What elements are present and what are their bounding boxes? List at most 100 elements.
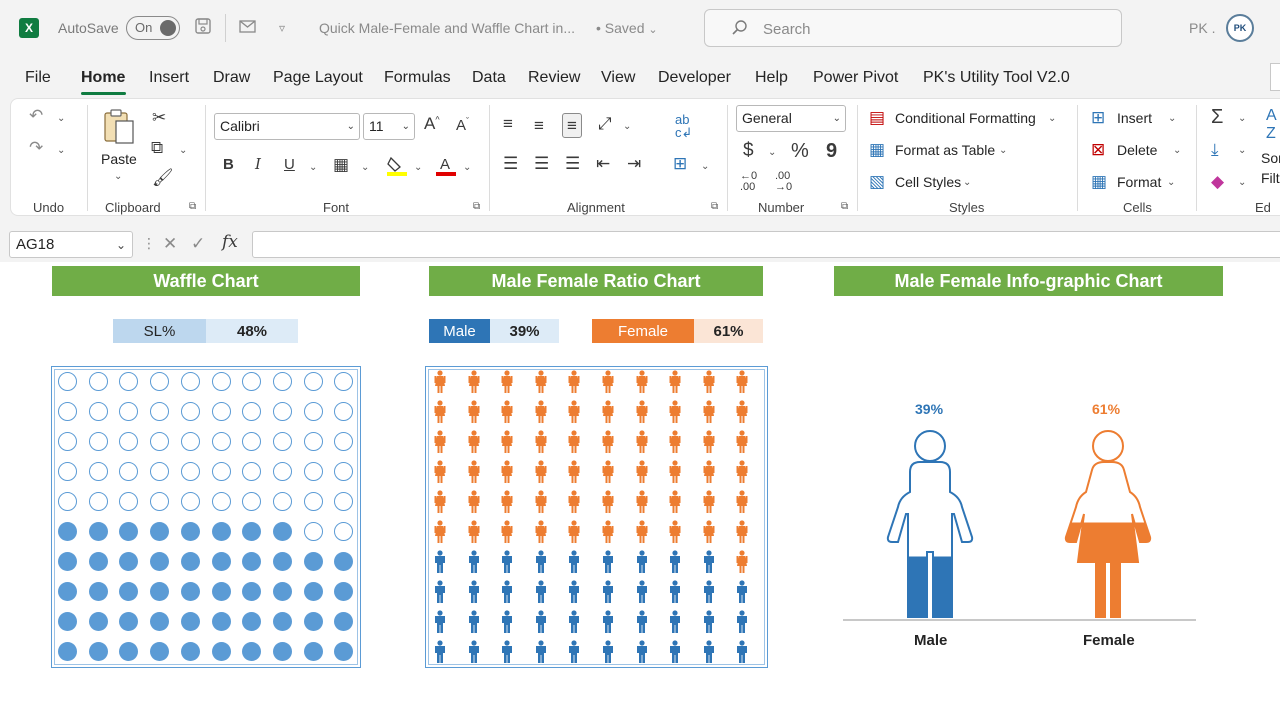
tab-pk-utility[interactable]: PK's Utility Tool V2.0: [923, 69, 1070, 87]
format-cells-button[interactable]: Format: [1117, 174, 1161, 190]
redo-icon[interactable]: ↷: [29, 139, 43, 156]
ribbon-options-button[interactable]: [1270, 63, 1280, 91]
tab-insert[interactable]: Insert: [149, 69, 189, 87]
merge-dropdown-icon[interactable]: ⌄: [701, 161, 709, 172]
avatar[interactable]: PK: [1226, 14, 1254, 42]
delete-cells-button[interactable]: Delete: [1117, 142, 1157, 158]
align-middle-icon[interactable]: ≡: [534, 117, 544, 134]
tab-home[interactable]: Home: [81, 69, 125, 87]
orientation-dropdown-icon[interactable]: ⌄: [623, 121, 631, 132]
autosave-toggle[interactable]: On: [126, 16, 180, 40]
customize-qat-icon[interactable]: ▿: [279, 21, 285, 35]
decrease-indent-icon[interactable]: ⇤: [596, 155, 610, 172]
align-right-icon[interactable]: ☰: [565, 155, 580, 172]
delete-cells-icon[interactable]: ⊠: [1091, 141, 1105, 158]
cell-styles-icon[interactable]: ▧: [869, 173, 885, 190]
format-painter-icon[interactable]: 🖌: [152, 169, 174, 186]
comma-style-icon[interactable]: 9: [826, 141, 837, 161]
insert-cells-icon[interactable]: ⊞: [1091, 109, 1105, 126]
conditional-formatting-icon[interactable]: ▤: [869, 109, 885, 126]
font-launcher-icon[interactable]: ⧉: [473, 201, 480, 212]
user-initials[interactable]: PK .: [1189, 20, 1215, 36]
save-icon[interactable]: [194, 17, 212, 40]
cell-styles-button[interactable]: Cell Styles: [895, 174, 961, 190]
tab-view[interactable]: View: [601, 69, 635, 87]
format-cells-icon[interactable]: ▦: [1091, 173, 1107, 190]
chevron-down-icon[interactable]: ⌄: [1238, 145, 1246, 156]
align-bottom-icon[interactable]: ≡: [562, 113, 582, 138]
clear-icon[interactable]: ◆: [1211, 173, 1224, 190]
email-icon[interactable]: [238, 17, 258, 40]
paste-label[interactable]: Paste: [101, 151, 137, 167]
align-top-icon[interactable]: ≡: [503, 115, 513, 132]
save-status[interactable]: • Saved ⌄: [596, 20, 658, 36]
italic-button[interactable]: I: [255, 157, 261, 172]
chevron-down-icon[interactable]: ⌄: [999, 145, 1007, 156]
font-size-select[interactable]: 11 ⌄: [363, 113, 415, 140]
currency-icon[interactable]: $: [743, 141, 754, 160]
chevron-down-icon[interactable]: ⌄: [1167, 177, 1175, 188]
underline-button[interactable]: U: [284, 157, 295, 172]
borders-dropdown-icon[interactable]: ⌄: [361, 162, 369, 173]
document-title[interactable]: Quick Male-Female and Waffle Chart in...: [319, 20, 575, 36]
increase-indent-icon[interactable]: ⇥: [627, 155, 641, 172]
paste-dropdown-icon[interactable]: ⌄: [114, 171, 122, 182]
merge-center-icon[interactable]: ⊞: [673, 155, 687, 172]
tab-page-layout[interactable]: Page Layout: [273, 69, 363, 87]
chevron-down-icon[interactable]: ⌄: [1168, 113, 1176, 124]
autosum-icon[interactable]: Σ: [1211, 107, 1223, 127]
chevron-down-icon[interactable]: ⌄: [1048, 113, 1056, 124]
format-as-table-icon[interactable]: ▦: [869, 141, 885, 158]
chevron-down-icon[interactable]: ⌄: [963, 177, 971, 188]
chevron-down-icon[interactable]: ⌄: [1173, 145, 1181, 156]
borders-icon[interactable]: ▦: [333, 156, 349, 173]
format-as-table-button[interactable]: Format as Table: [895, 142, 995, 158]
worksheet[interactable]: Waffle Chart SL% 48% Male Female Ratio C…: [0, 262, 1280, 720]
chevron-down-icon[interactable]: ⌄: [1238, 113, 1246, 124]
font-name-select[interactable]: Calibri ⌄: [214, 113, 360, 140]
tab-help[interactable]: Help: [755, 69, 788, 87]
conditional-formatting-button[interactable]: Conditional Formatting: [895, 110, 1036, 126]
fill-color-icon[interactable]: [386, 154, 408, 181]
currency-dropdown-icon[interactable]: ⌄: [768, 147, 776, 158]
orientation-icon[interactable]: ⤢: [598, 115, 612, 132]
copy-icon[interactable]: ⧉: [151, 139, 163, 156]
undo-icon[interactable]: ↶: [29, 107, 43, 124]
align-center-icon[interactable]: ☰: [534, 155, 549, 172]
bold-button[interactable]: B: [223, 157, 234, 172]
underline-dropdown-icon[interactable]: ⌄: [309, 162, 317, 173]
decrease-font-icon[interactable]: Aˇ: [456, 117, 469, 134]
decrease-decimal-icon[interactable]: .00 →0: [775, 171, 792, 193]
more-options-icon[interactable]: ⋮: [142, 235, 156, 252]
tab-draw[interactable]: Draw: [213, 69, 250, 87]
undo-dropdown-icon[interactable]: ⌄: [57, 113, 65, 124]
fill-icon[interactable]: ⤓: [1211, 141, 1219, 158]
fill-dropdown-icon[interactable]: ⌄: [414, 162, 422, 173]
filter-label[interactable]: Filt: [1261, 170, 1280, 186]
sort-label[interactable]: Sor: [1261, 150, 1280, 166]
redo-dropdown-icon[interactable]: ⌄: [57, 145, 65, 156]
tab-formulas[interactable]: Formulas: [384, 69, 451, 87]
tab-file[interactable]: File: [25, 69, 51, 87]
font-color-dropdown-icon[interactable]: ⌄: [463, 162, 471, 173]
tab-power-pivot[interactable]: Power Pivot: [813, 69, 898, 87]
paste-icon[interactable]: [101, 107, 137, 150]
insert-function-button[interactable]: fx: [222, 232, 238, 252]
tab-developer[interactable]: Developer: [658, 69, 731, 87]
percent-icon[interactable]: %: [791, 141, 809, 161]
align-left-icon[interactable]: ☰: [503, 155, 518, 172]
cancel-icon[interactable]: ✕: [163, 234, 177, 254]
tab-review[interactable]: Review: [528, 69, 580, 87]
number-format-select[interactable]: General ⌄: [736, 105, 846, 132]
enter-icon[interactable]: ✓: [191, 234, 205, 254]
chevron-down-icon[interactable]: ⌄: [1238, 177, 1246, 188]
number-launcher-icon[interactable]: ⧉: [841, 201, 848, 212]
wrap-text-icon[interactable]: ab c↲: [675, 113, 692, 139]
formula-input[interactable]: [252, 231, 1280, 258]
tab-data[interactable]: Data: [472, 69, 506, 87]
search-box[interactable]: Search: [704, 9, 1122, 47]
alignment-launcher-icon[interactable]: ⧉: [711, 201, 718, 212]
increase-font-icon[interactable]: A^: [424, 115, 440, 132]
clipboard-launcher-icon[interactable]: ⧉: [189, 201, 196, 212]
insert-cells-button[interactable]: Insert: [1117, 110, 1152, 126]
